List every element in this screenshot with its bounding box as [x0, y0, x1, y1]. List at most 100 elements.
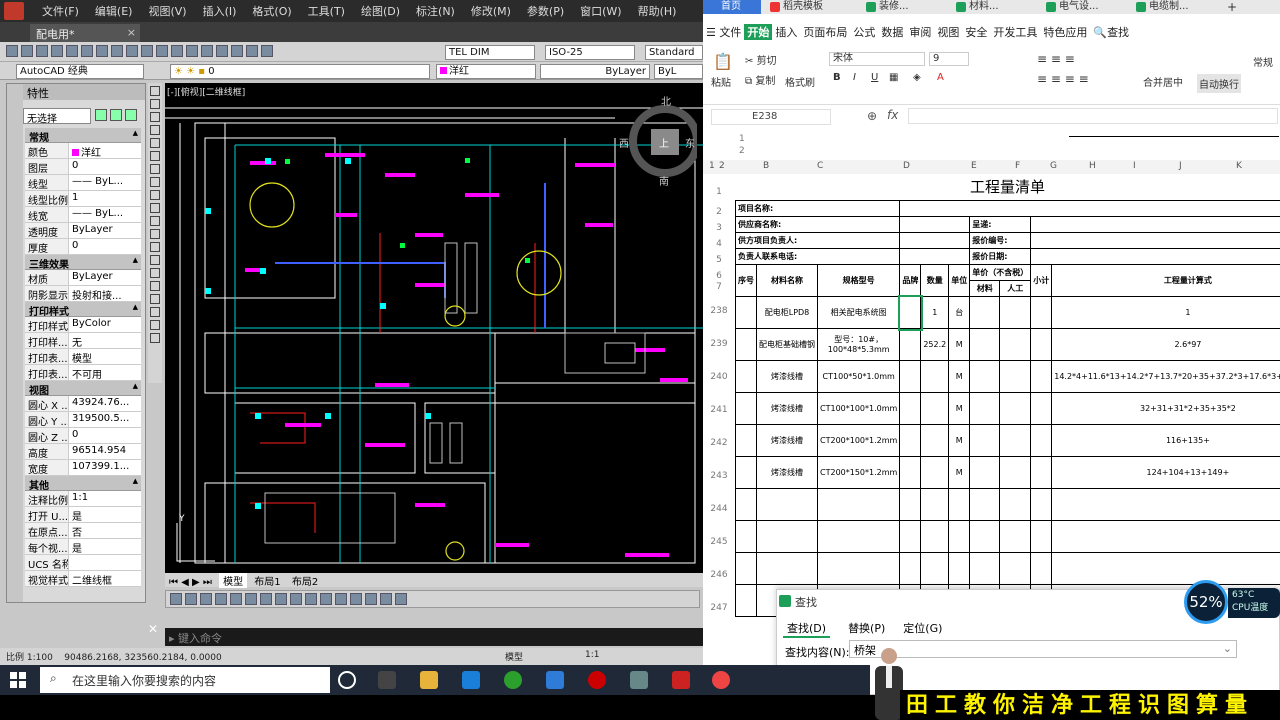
row-number[interactable]: 3 [703, 223, 735, 233]
publish-icon[interactable] [81, 45, 93, 57]
redo-icon[interactable] [171, 45, 183, 57]
chamfer-icon[interactable] [365, 593, 377, 605]
recorder-icon[interactable] [588, 671, 606, 689]
color-combo[interactable]: 洋红 [436, 64, 536, 79]
fill-color-icon[interactable]: ◈ [913, 72, 921, 83]
cell-material-price[interactable] [969, 456, 1001, 489]
cad-menu-help[interactable]: 帮助(H) [630, 3, 685, 19]
cell-qty[interactable] [920, 392, 950, 425]
italic-icon[interactable]: I [853, 72, 856, 83]
props-value[interactable]: 1:1 [69, 491, 141, 506]
quote-no-value[interactable] [1030, 232, 1280, 249]
props-value[interactable]: 0 [69, 239, 141, 254]
cell-unit[interactable]: 台 [948, 296, 971, 329]
layer-combo[interactable]: ☀ ☀ ▪ 0 [170, 64, 430, 79]
cell-brand[interactable] [899, 328, 922, 361]
arc-icon[interactable] [150, 151, 160, 161]
props-row[interactable]: 宽度 107399.1... [25, 460, 141, 476]
cell-spec[interactable]: CT200*100*1.2mm [816, 424, 901, 457]
offset-icon[interactable] [215, 593, 227, 605]
ss-menu-start[interactable]: 开始 [744, 24, 773, 40]
format-painter-button[interactable]: 格式刷 [785, 74, 815, 89]
row-number[interactable]: 1 [703, 187, 735, 197]
col-header-g[interactable]: G [1050, 161, 1057, 171]
align-top-icon[interactable]: ≡ ≡ ≡ [1037, 52, 1075, 66]
cell-material-price[interactable] [969, 552, 1001, 585]
design-center-icon[interactable] [261, 45, 273, 57]
ss-menu-data[interactable]: 数据 [878, 24, 906, 40]
props-value[interactable]: 否 [69, 523, 141, 538]
ss-menu-insert[interactable]: 插入 [772, 24, 800, 40]
autocad-taskbar-icon[interactable] [672, 671, 690, 689]
col-brand[interactable]: 品牌 [899, 264, 922, 297]
writer-icon[interactable] [546, 671, 564, 689]
cell-seq[interactable] [735, 296, 757, 329]
row-number[interactable]: 239 [703, 339, 735, 349]
viewcube[interactable]: 北 西 东 南 上 [617, 89, 701, 189]
cad-menu-draw[interactable]: 绘图(D) [353, 3, 408, 19]
props-row[interactable]: 圆心 Y ... 319500.5... [25, 412, 141, 428]
cell-qty[interactable]: 252.2 [920, 328, 950, 361]
props-value[interactable]: 43924.76... [69, 396, 141, 411]
props-value[interactable]: 无 [69, 333, 141, 348]
row-number[interactable]: 243 [703, 471, 735, 481]
props-value[interactable]: 107399.1... [69, 460, 141, 475]
status-scale[interactable]: 比例 1:100 [6, 653, 53, 663]
col-seq[interactable]: 序号 [735, 264, 757, 297]
match-prop-icon[interactable] [141, 45, 153, 57]
cell-formula[interactable]: 116+135+ [1051, 424, 1280, 457]
cell-labor-price[interactable] [999, 328, 1032, 361]
props-value[interactable]: 模型 [69, 349, 141, 364]
ellipse-arc-icon[interactable] [150, 216, 160, 226]
cell-unit[interactable]: M [948, 424, 971, 457]
cell-labor-price[interactable] [999, 296, 1032, 329]
col-qty[interactable]: 数量 [920, 264, 950, 297]
chrome-icon[interactable] [712, 671, 730, 689]
cell-spec[interactable] [816, 552, 901, 585]
props-row[interactable]: 打印表... 模型 [25, 349, 141, 365]
construction-line-icon[interactable] [150, 99, 160, 109]
cell-material-name[interactable] [756, 488, 818, 521]
cell-formula[interactable]: 14.2*4+11.6*13+14.2*7+13.7*20+35+37.2*3+… [1051, 360, 1280, 393]
cell-formula[interactable] [1051, 488, 1280, 521]
row-number[interactable]: 246 [703, 570, 735, 580]
col-material-price[interactable]: 材料 [969, 280, 1001, 297]
cad-menu-insert[interactable]: 插入(I) [195, 3, 245, 19]
hatch-icon[interactable] [150, 268, 160, 278]
props-value[interactable]: 319500.5... [69, 412, 141, 427]
erase-icon[interactable] [170, 593, 182, 605]
properties-icon[interactable] [246, 45, 258, 57]
merge-center-button[interactable]: 合并居中 [1143, 74, 1183, 89]
ss-menu-page-layout[interactable]: 页面布局 [800, 24, 850, 40]
copy-icon[interactable] [111, 45, 123, 57]
props-value[interactable]: 投射和接... [69, 286, 141, 301]
props-section-header[interactable]: 常规 [25, 128, 141, 144]
cell-qty[interactable] [920, 552, 950, 585]
cell-spec[interactable]: 型号：10#，100*48*5.3mm [816, 328, 901, 361]
cell-subtotal[interactable] [1030, 360, 1053, 393]
cell-material-price[interactable] [969, 488, 1001, 521]
props-value[interactable]: —— ByL... [69, 207, 141, 222]
cell-material-name[interactable]: 烤漆线槽 [756, 360, 818, 393]
cad-menu-edit[interactable]: 编辑(E) [87, 3, 141, 19]
viewport-label[interactable]: [-][俯视][二维线框] [167, 85, 245, 98]
cell-material-price[interactable] [969, 360, 1001, 393]
gradient-icon[interactable] [150, 281, 160, 291]
ss-menu-security[interactable]: 安全 [962, 24, 990, 40]
command-line[interactable]: ✕ ▸ 键入命令 [148, 622, 703, 646]
col-unit[interactable]: 单位 [948, 264, 971, 297]
col-subtotal[interactable]: 小计 [1030, 264, 1053, 297]
open-file-icon[interactable] [21, 45, 33, 57]
row-number[interactable]: 247 [703, 603, 735, 613]
cell-material-price[interactable] [969, 328, 1001, 361]
zoom-window-icon[interactable] [216, 45, 228, 57]
cell-material-name[interactable] [756, 520, 818, 553]
cell-spec[interactable]: 相关配电系统图 [816, 296, 901, 329]
cad-menu-format[interactable]: 格式(O) [244, 3, 299, 19]
quote-no-label[interactable]: 报价编号: [969, 232, 1032, 249]
tab-model[interactable]: 模型 [219, 573, 248, 588]
tab-doc-1[interactable]: 装修... [863, 0, 913, 14]
props-row[interactable]: 打开 U... 是 [25, 507, 141, 523]
cell-brand[interactable] [899, 552, 922, 585]
trim-icon[interactable] [305, 593, 317, 605]
